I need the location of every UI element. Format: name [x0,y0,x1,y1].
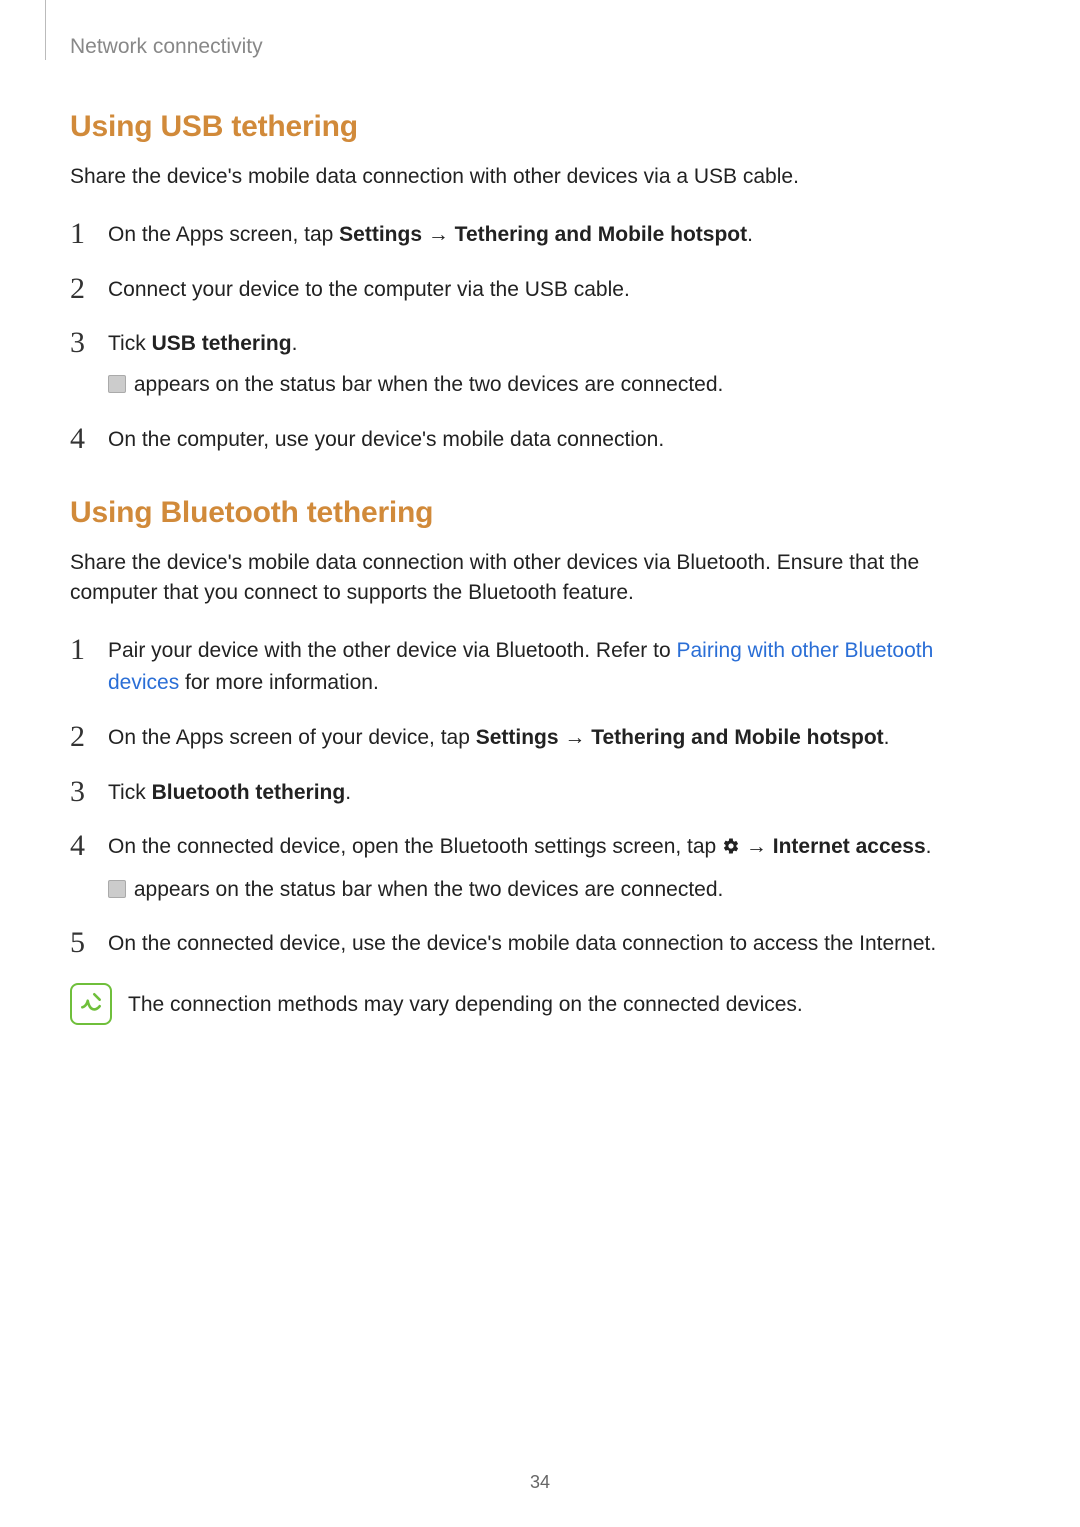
bt-intro: Share the device's mobile data connectio… [70,548,1010,607]
note-icon [70,983,112,1025]
inline-bold: USB tethering [152,332,292,355]
content: Using USB tethering Share the device's m… [70,0,1010,1025]
arrow: → [422,223,455,246]
usb-step-1: 1 On the Apps screen, tap Settings → Tet… [70,219,1010,252]
bt-step-1: 1 Pair your device with the other device… [70,635,1010,700]
bt-statusbar-icon [108,880,126,898]
bt-steps: 1 Pair your device with the other device… [70,635,1010,961]
breadcrumb: Network connectivity [70,35,263,59]
bt-step-5: 5 On the connected device, use the devic… [70,928,1010,961]
step-text: Pair your device with the other device v… [108,639,676,662]
step-number: 4 [70,823,85,870]
margin-rule [45,0,46,60]
step-number: 1 [70,627,85,674]
inline-bold: Bluetooth tethering [152,781,346,804]
note-text: The connection methods may vary dependin… [128,983,803,1021]
step-number: 2 [70,714,85,761]
page-number: 34 [0,1472,1080,1493]
heading-usb-tethering: Using USB tethering [70,110,1010,144]
gear-icon [722,833,740,866]
step-text: On the connected device, use the device'… [108,932,936,955]
step-text: Tick [108,332,152,355]
usb-steps: 1 On the Apps screen, tap Settings → Tet… [70,219,1010,456]
note: The connection methods may vary dependin… [70,983,1010,1025]
arrow: → [559,726,592,749]
step-text: On the computer, use your device's mobil… [108,428,664,451]
inline-bold: Settings [339,223,422,246]
step-text: . [345,781,351,804]
bt-step-2: 2 On the Apps screen of your device, tap… [70,722,1010,755]
inline-bold: Settings [476,726,559,749]
usb-intro: Share the device's mobile data connectio… [70,162,1010,191]
step-number: 4 [70,416,85,463]
step-text: . [747,223,753,246]
step-text: Connect your device to the computer via … [108,278,630,301]
step-text: appears on the status bar when the two d… [128,373,723,396]
heading-bluetooth-tethering: Using Bluetooth tethering [70,496,1010,530]
usb-step-3: 3 Tick USB tethering. appears on the sta… [70,328,1010,401]
inline-bold: Tethering and Mobile hotspot [591,726,883,749]
step-text: . [292,332,298,355]
step-text: for more information. [179,671,379,694]
bt-step-3: 3 Tick Bluetooth tethering. [70,777,1010,810]
step-text: On the Apps screen, tap [108,223,339,246]
step-number: 2 [70,266,85,313]
step-number: 3 [70,769,85,816]
step-text: On the connected device, open the Blueto… [108,835,722,858]
step-number: 1 [70,211,85,258]
usb-step-4: 4 On the computer, use your device's mob… [70,424,1010,457]
step-number: 3 [70,320,85,367]
bt-step-4-sub: appears on the status bar when the two d… [108,874,1010,907]
usb-step-3-sub: appears on the status bar when the two d… [108,369,1010,402]
page: Network connectivity Using USB tethering… [0,0,1080,1527]
step-text: . [926,835,932,858]
inline-bold: Tethering and Mobile hotspot [455,223,747,246]
bt-step-4: 4 On the connected device, open the Blue… [70,831,1010,906]
step-text: . [884,726,890,749]
step-text: Tick [108,781,152,804]
usb-statusbar-icon [108,375,126,393]
step-text: appears on the status bar when the two d… [128,878,723,901]
usb-step-2: 2 Connect your device to the computer vi… [70,274,1010,307]
step-number: 5 [70,920,85,967]
inline-bold: Internet access [773,835,926,858]
arrow: → [740,835,773,858]
step-text: On the Apps screen of your device, tap [108,726,476,749]
